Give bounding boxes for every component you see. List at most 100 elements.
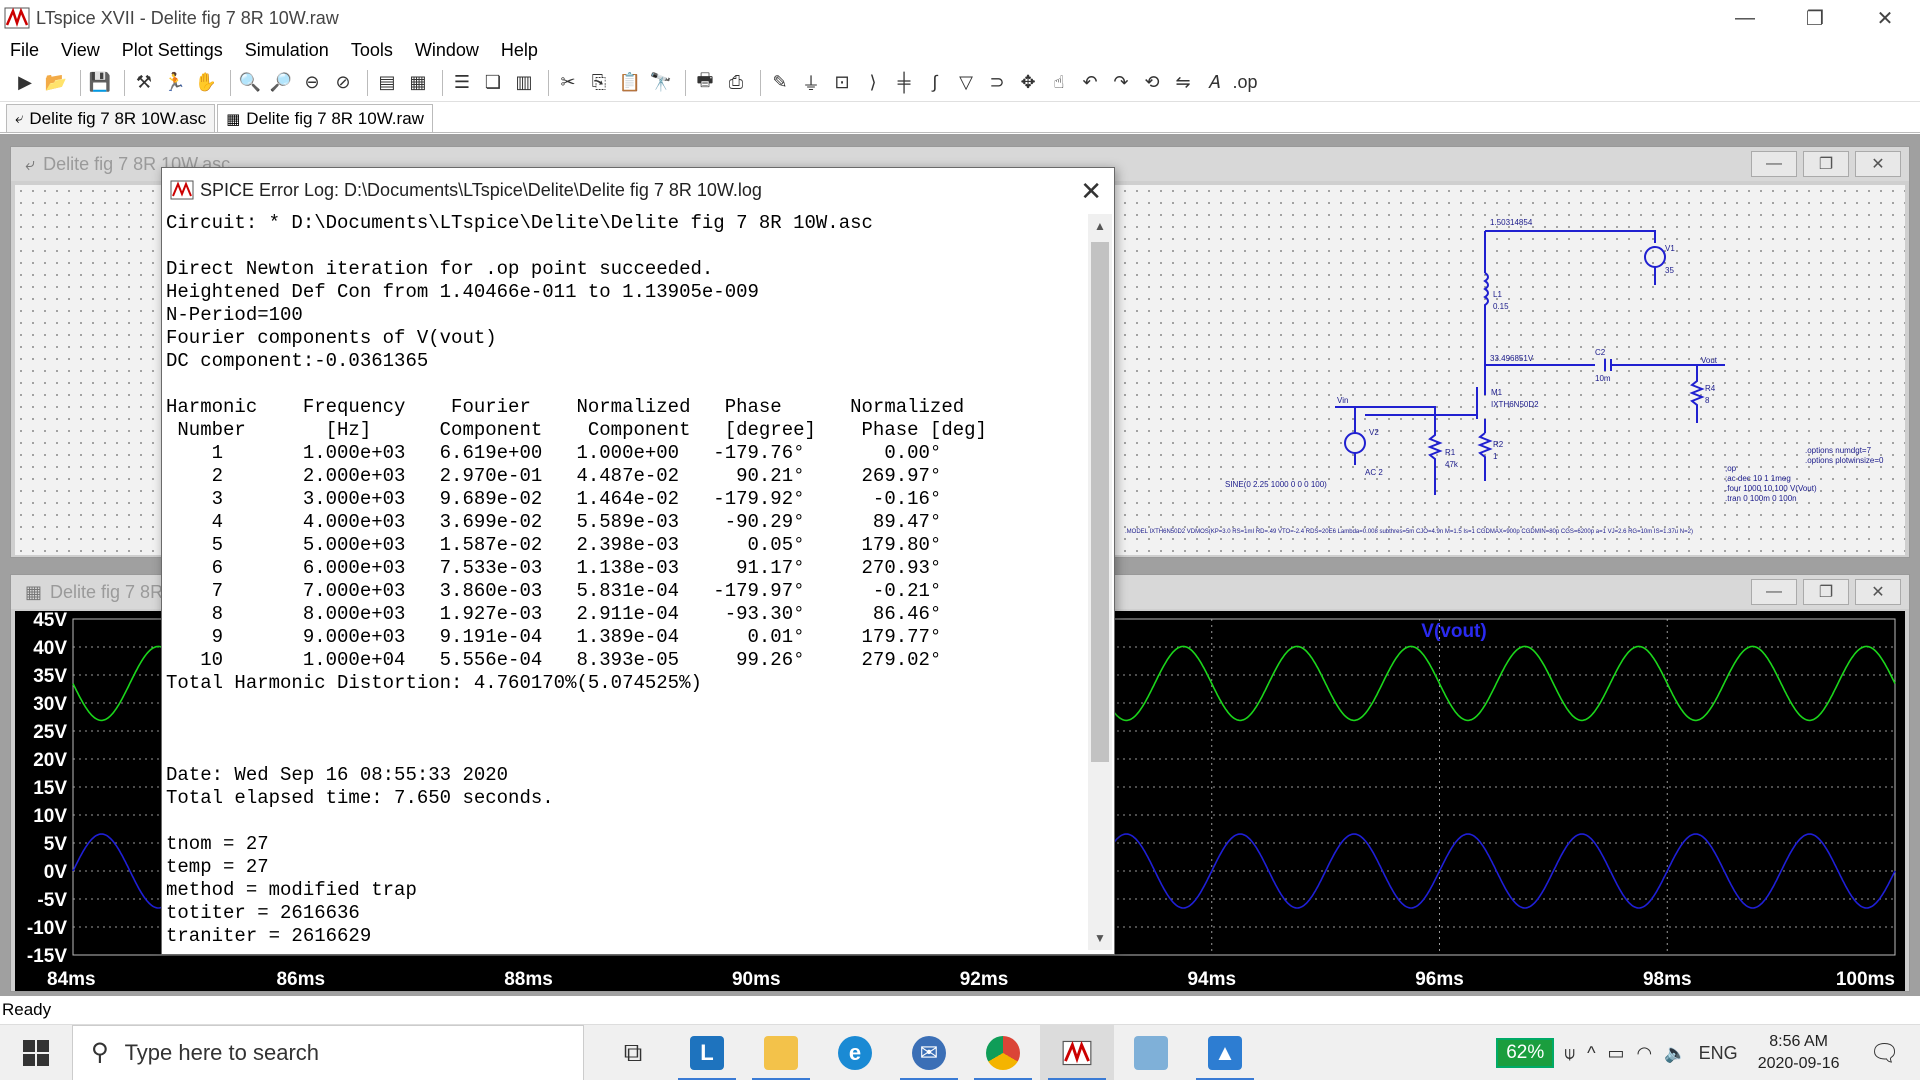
notifications-icon[interactable]: 🗨: [1870, 1039, 1900, 1068]
network-usage-icon[interactable]: ⍦: [1564, 1043, 1575, 1064]
chevron-up-icon[interactable]: ^: [1587, 1043, 1595, 1064]
scroll-down-icon[interactable]: ▼: [1088, 926, 1112, 950]
close-button[interactable]: ✕: [1850, 0, 1920, 36]
menu-simulation[interactable]: Simulation: [245, 40, 329, 61]
r2-label: R2: [1493, 440, 1504, 449]
schematic-close-button[interactable]: ✕: [1855, 151, 1901, 177]
y-tick-label: 25V: [33, 722, 67, 743]
menu-help[interactable]: Help: [501, 40, 538, 61]
taskbar-chrome[interactable]: [966, 1025, 1040, 1080]
edge-icon: e: [838, 1035, 872, 1070]
r4-label: R4: [1705, 384, 1716, 393]
tile-vertical-icon[interactable]: ▥: [511, 70, 537, 96]
open-icon[interactable]: 📂: [43, 70, 69, 96]
schematic-maximize-button[interactable]: ❐: [1803, 151, 1849, 177]
node-voltage-label: 33.496851V: [1490, 354, 1534, 363]
schematic-minimize-button[interactable]: —: [1751, 151, 1797, 177]
taskbar-app-bird[interactable]: ✉: [892, 1025, 966, 1080]
menu-view[interactable]: View: [61, 40, 100, 61]
print-preview-icon[interactable]: ⎙: [723, 70, 749, 96]
grid-icon[interactable]: ▦: [405, 70, 431, 96]
mirror-icon[interactable]: ⇋: [1170, 70, 1196, 96]
minimize-button[interactable]: —: [1710, 0, 1780, 36]
log-line: 2 2.000e+03 2.970e-01 4.487e-02 90.21° 2…: [166, 465, 942, 487]
rotate-icon[interactable]: ⟲: [1139, 70, 1165, 96]
menu-tools[interactable]: Tools: [351, 40, 393, 61]
tab-waveform[interactable]: ▦ Delite fig 7 8R 10W.raw: [217, 104, 433, 132]
run-icon[interactable]: 🏃: [162, 70, 188, 96]
start-button[interactable]: [0, 1025, 72, 1080]
log-scrollbar[interactable]: ▲ ▼: [1088, 214, 1112, 950]
drag-icon[interactable]: ☝: [1046, 70, 1072, 96]
cascade-icon[interactable]: ❏: [480, 70, 506, 96]
taskbar-app-l[interactable]: L: [670, 1025, 744, 1080]
windows-logo-icon: [23, 1039, 49, 1066]
component-icon[interactable]: ⊃: [984, 70, 1010, 96]
waveform-maximize-button[interactable]: ❐: [1803, 579, 1849, 605]
autorange-icon[interactable]: ▤: [374, 70, 400, 96]
tab-schematic[interactable]: ⤶ Delite fig 7 8R 10W.asc: [6, 104, 216, 132]
taskbar-search[interactable]: ⚲ Type here to search: [72, 1024, 584, 1080]
new-schematic-icon[interactable]: ▶: [12, 70, 38, 96]
volume-icon[interactable]: 🔈: [1664, 1043, 1686, 1064]
log-text-area[interactable]: Circuit: * D:\Documents\LTspice\Delite\D…: [164, 212, 1088, 952]
menu-window[interactable]: Window: [415, 40, 479, 61]
tile-horizontal-icon[interactable]: ☰: [449, 70, 475, 96]
menu-file[interactable]: File: [10, 40, 39, 61]
zoom-full-icon[interactable]: 🔎: [268, 70, 294, 96]
resistor-icon[interactable]: ⟩: [860, 70, 886, 96]
m1-label: M1: [1491, 388, 1503, 397]
clock[interactable]: 8:56 AM 2020-09-16: [1758, 1031, 1840, 1075]
taskbar-photos[interactable]: ▲: [1188, 1025, 1262, 1080]
clock-time: 8:56 AM: [1769, 1033, 1828, 1050]
print-icon[interactable]: 🖶: [692, 70, 718, 96]
x-tick-label: 100ms: [1836, 969, 1895, 990]
taskbar-file-explorer[interactable]: [744, 1025, 818, 1080]
move-icon[interactable]: ✥: [1015, 70, 1041, 96]
menu-plot-settings[interactable]: Plot Settings: [122, 40, 223, 61]
v2-label: V2: [1369, 428, 1379, 437]
cut-icon[interactable]: ✂: [555, 70, 581, 96]
zoom-in-icon[interactable]: 🔍: [237, 70, 263, 96]
halt-icon[interactable]: ✋: [193, 70, 219, 96]
spice-error-log-dialog[interactable]: SPICE Error Log: D:\Documents\LTspice\De…: [161, 167, 1115, 955]
r1-label: R1: [1445, 448, 1456, 457]
log-line: temp = 27: [166, 856, 269, 878]
wifi-icon[interactable]: ◠: [1637, 1043, 1653, 1064]
save-icon[interactable]: 💾: [87, 70, 113, 96]
control-panel-icon[interactable]: ⚒: [131, 70, 157, 96]
paste-icon[interactable]: 📋: [617, 70, 643, 96]
battery-icon[interactable]: ▭: [1608, 1043, 1625, 1064]
scrollbar-thumb[interactable]: [1091, 242, 1109, 762]
waveform-close-button[interactable]: ✕: [1855, 579, 1901, 605]
diode-icon[interactable]: ▽: [953, 70, 979, 96]
battery-meter[interactable]: 62%: [1496, 1038, 1555, 1068]
capacitor-icon[interactable]: ╪: [891, 70, 917, 96]
language-indicator[interactable]: ENG: [1699, 1043, 1738, 1064]
zoom-out-icon[interactable]: ⊖: [299, 70, 325, 96]
copy-icon[interactable]: ⎘: [586, 70, 612, 96]
redo-icon[interactable]: ↷: [1108, 70, 1134, 96]
four-directive: .four 1000 10 100 V(Vout): [1725, 484, 1817, 493]
taskbar-ltspice[interactable]: [1040, 1024, 1114, 1080]
undo-icon[interactable]: ↶: [1077, 70, 1103, 96]
ground-icon[interactable]: ⏚: [798, 70, 824, 96]
log-line: 10 1.000e+04 5.556e-04 8.393e-05 99.26° …: [166, 649, 942, 671]
task-view-button[interactable]: ⧉: [596, 1025, 670, 1080]
waveform-minimize-button[interactable]: —: [1751, 579, 1797, 605]
restore-button[interactable]: ❐: [1780, 0, 1850, 36]
find-icon[interactable]: 🔭: [648, 70, 674, 96]
spice-directive-icon[interactable]: .op: [1232, 70, 1258, 96]
trace-label[interactable]: V(vout): [1421, 621, 1486, 642]
label-net-icon[interactable]: ⊡: [829, 70, 855, 96]
zoom-cancel-icon[interactable]: ⊘: [330, 70, 356, 96]
dialog-close-button[interactable]: ✕: [1080, 176, 1102, 207]
taskbar-edge[interactable]: e: [818, 1025, 892, 1080]
text-icon[interactable]: 𝐴: [1201, 70, 1227, 96]
inductor-icon[interactable]: ∫: [922, 70, 948, 96]
taskbar-app-notebook[interactable]: [1114, 1025, 1188, 1080]
search-placeholder: Type here to search: [124, 1039, 320, 1065]
scroll-up-icon[interactable]: ▲: [1088, 214, 1112, 238]
wire-icon[interactable]: ✎: [767, 70, 793, 96]
dialog-title: SPICE Error Log: D:\Documents\LTspice\De…: [200, 179, 762, 200]
